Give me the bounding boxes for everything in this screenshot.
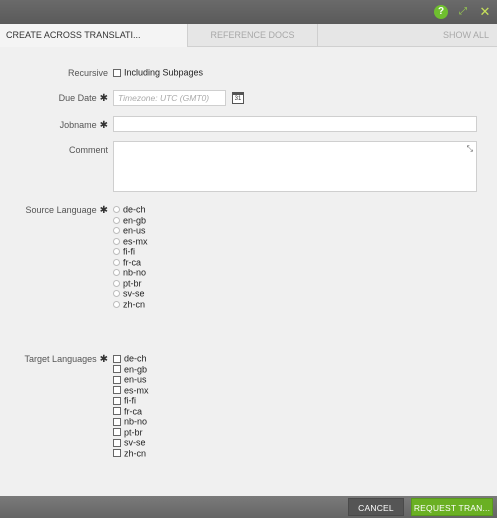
including-subpages-label: Including Subpages bbox=[124, 67, 204, 78]
source-language-option[interactable]: pt-br bbox=[113, 278, 148, 289]
dialog-footer: CANCEL REQUEST TRAN... bbox=[0, 496, 497, 518]
request-translation-button[interactable]: REQUEST TRAN... bbox=[411, 498, 493, 516]
jobname-label: Jobname ✱ bbox=[59, 120, 108, 131]
comment-label: Comment bbox=[68, 145, 108, 155]
radio-button[interactable] bbox=[113, 216, 120, 224]
radio-button[interactable] bbox=[113, 248, 120, 256]
target-language-option[interactable]: zh-cn bbox=[113, 448, 149, 459]
cancel-button[interactable]: CANCEL bbox=[348, 498, 404, 516]
target-language-option[interactable]: nb-no bbox=[113, 416, 149, 427]
checkbox[interactable] bbox=[113, 386, 121, 395]
checkbox[interactable] bbox=[113, 365, 121, 374]
help-icon[interactable]: ? bbox=[434, 5, 448, 19]
jobname-input[interactable] bbox=[113, 116, 477, 132]
checkbox[interactable] bbox=[113, 354, 121, 363]
checkbox[interactable] bbox=[113, 428, 121, 437]
source-language-option[interactable]: nb-no bbox=[113, 267, 148, 278]
source-language-option[interactable]: en-us bbox=[113, 225, 148, 236]
tab-reference-docs[interactable]: REFERENCE DOCS bbox=[188, 24, 318, 47]
resize-icon[interactable]: ⤡ bbox=[467, 144, 473, 154]
required-icon: ✱ bbox=[99, 205, 108, 216]
source-language-label: Source Language ✱ bbox=[25, 205, 108, 216]
calendar-icon[interactable]: 31 bbox=[232, 92, 244, 104]
checkbox[interactable] bbox=[113, 396, 121, 405]
due-date-label: Due Date ✱ bbox=[58, 93, 108, 104]
including-subpages-option[interactable]: Including Subpages bbox=[113, 67, 203, 78]
required-icon: ✱ bbox=[99, 354, 108, 365]
checkbox[interactable] bbox=[113, 407, 121, 416]
radio-button[interactable] bbox=[113, 237, 120, 245]
source-language-list: de-ch en-gb en-us es-mx fi-fi fr-ca nb-n… bbox=[113, 204, 148, 309]
target-language-option[interactable]: fi-fi bbox=[113, 395, 149, 406]
target-language-option[interactable]: es-mx bbox=[113, 385, 149, 396]
radio-button[interactable] bbox=[113, 227, 120, 235]
target-language-option[interactable]: de-ch bbox=[113, 353, 149, 364]
due-date-input[interactable]: Timezone: UTC (GMT0) bbox=[113, 90, 226, 106]
source-language-option[interactable]: de-ch bbox=[113, 204, 148, 215]
target-language-option[interactable]: pt-br bbox=[113, 427, 149, 438]
radio-button[interactable] bbox=[113, 206, 120, 214]
expand-icon[interactable]: ⤢ bbox=[456, 5, 470, 19]
recursive-label: Recursive bbox=[67, 68, 108, 78]
close-icon[interactable]: ✕ bbox=[478, 5, 492, 19]
target-language-option[interactable]: en-us bbox=[113, 374, 149, 385]
target-languages-list: de-ch en-gb en-us es-mx fi-fi fr-ca nb-n… bbox=[113, 353, 149, 458]
translation-dialog: ? ⤢ ✕ CREATE ACROSS TRANSLATI... REFEREN… bbox=[0, 0, 497, 518]
source-language-option[interactable]: fi-fi bbox=[113, 246, 148, 257]
source-language-option[interactable]: es-mx bbox=[113, 236, 148, 247]
source-language-option[interactable]: zh-cn bbox=[113, 299, 148, 310]
including-subpages-checkbox[interactable] bbox=[113, 68, 121, 77]
source-language-option[interactable]: en-gb bbox=[113, 215, 148, 226]
comment-textarea[interactable]: ⤡ bbox=[113, 141, 477, 192]
target-language-option[interactable]: fr-ca bbox=[113, 406, 149, 417]
checkbox[interactable] bbox=[113, 449, 121, 458]
radio-button[interactable] bbox=[113, 279, 120, 287]
tab-bar: CREATE ACROSS TRANSLATI... REFERENCE DOC… bbox=[0, 24, 497, 47]
source-language-option[interactable]: fr-ca bbox=[113, 257, 148, 268]
radio-button[interactable] bbox=[113, 300, 120, 308]
radio-button[interactable] bbox=[113, 269, 120, 277]
target-languages-label: Target Languages ✱ bbox=[24, 354, 108, 365]
checkbox[interactable] bbox=[113, 417, 121, 426]
title-bar: ? ⤢ ✕ bbox=[0, 0, 497, 24]
required-icon: ✱ bbox=[99, 120, 108, 131]
required-icon: ✱ bbox=[99, 93, 108, 104]
target-language-option[interactable]: en-gb bbox=[113, 364, 149, 375]
radio-button[interactable] bbox=[113, 258, 120, 266]
source-language-option[interactable]: sv-se bbox=[113, 288, 148, 299]
checkbox[interactable] bbox=[113, 438, 121, 447]
tab-show-all[interactable]: SHOW ALL bbox=[318, 24, 497, 47]
tab-create-across-translation[interactable]: CREATE ACROSS TRANSLATI... bbox=[0, 24, 188, 47]
checkbox[interactable] bbox=[113, 375, 121, 384]
target-language-option[interactable]: sv-se bbox=[113, 437, 149, 448]
radio-button[interactable] bbox=[113, 290, 120, 298]
